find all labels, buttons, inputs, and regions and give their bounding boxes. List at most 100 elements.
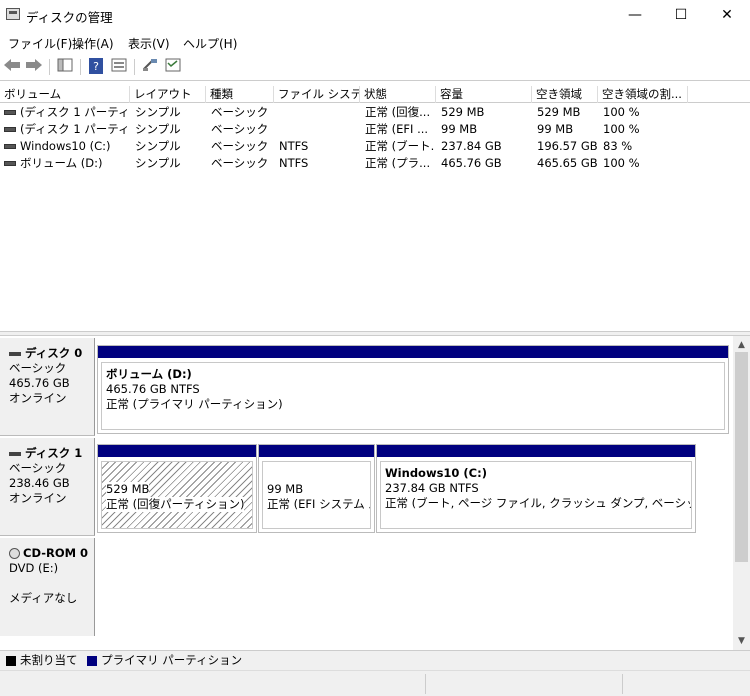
disk-list-icon[interactable] <box>163 58 183 76</box>
status-bar <box>0 670 750 696</box>
drive-letter: DVD (E:) <box>9 561 59 575</box>
status-bar-divider <box>425 674 426 694</box>
type-cell: ベーシック <box>211 139 269 153</box>
properties-icon[interactable] <box>109 58 129 76</box>
close-button[interactable]: ✕ <box>704 0 750 31</box>
help-icon[interactable]: ? <box>86 58 106 76</box>
column-header-status[interactable]: 状態 <box>360 86 436 103</box>
back-arrow-icon[interactable] <box>2 58 22 76</box>
type-cell: ベーシック <box>211 105 269 119</box>
free-percent-cell: 83 % <box>603 139 633 153</box>
console-tree-icon[interactable] <box>55 58 75 76</box>
partition-status: 正常 (プライマリ パーティション) <box>106 397 283 411</box>
table-row[interactable]: Windows10 (C:) シンプル ベーシック NTFS 正常 (ブート..… <box>0 138 750 155</box>
menu-help[interactable]: ヘルプ(H) <box>183 35 237 52</box>
column-header-volume[interactable]: ボリューム <box>0 86 130 103</box>
partition-body: ボリューム (D:) 465.76 GB NTFS 正常 (プライマリ パーティ… <box>101 362 725 430</box>
primary-partition-bar <box>98 445 256 457</box>
disk-icon <box>9 451 21 456</box>
free-cell: 529 MB <box>537 105 581 119</box>
disk-management-app-icon <box>6 8 20 20</box>
status-cell: 正常 (回復... <box>365 105 431 119</box>
forward-arrow-icon[interactable] <box>24 58 44 76</box>
capacity-cell: 99 MB <box>441 122 478 136</box>
cd-rom-icon <box>9 548 20 559</box>
free-percent-cell: 100 % <box>603 122 640 136</box>
column-header-filesystem[interactable]: ファイル システム <box>274 86 360 103</box>
connect-icon[interactable] <box>140 58 160 76</box>
volume-name-cell: Windows10 (C:) <box>4 138 128 155</box>
layout-cell: シンプル <box>135 105 181 119</box>
disk-name: ディスク 0 <box>25 346 83 360</box>
column-header-capacity[interactable]: 容量 <box>436 86 532 103</box>
column-header-free[interactable]: 空き領域 <box>532 86 598 103</box>
maximize-button[interactable]: ☐ <box>658 0 704 31</box>
layout-cell: シンプル <box>135 122 181 136</box>
primary-partition-swatch <box>87 655 98 666</box>
partition-size: 465.76 GB NTFS <box>106 382 200 396</box>
volume-icon <box>4 161 16 166</box>
filesystem-cell: NTFS <box>279 139 309 153</box>
menu-action[interactable]: 操作(A) <box>72 35 114 52</box>
column-header-type[interactable]: 種類 <box>206 86 274 103</box>
toolbar-separator <box>134 59 135 75</box>
layout-cell: シンプル <box>135 156 181 170</box>
table-row[interactable]: (ディスク 1 パーティシ... シンプル ベーシック 正常 (EFI ... … <box>0 121 750 138</box>
legend-primary: プライマリ パーティション <box>101 653 243 667</box>
partition-windows10-c[interactable]: Windows10 (C:) 237.84 GB NTFS 正常 (ブート, ペ… <box>376 444 696 533</box>
primary-partition-bar <box>377 445 695 457</box>
partition-title: Windows10 (C:) <box>385 466 487 480</box>
filesystem-cell: NTFS <box>279 156 309 170</box>
primary-partition-bar <box>98 346 728 358</box>
status-bar-divider <box>622 674 623 694</box>
partition-recovery[interactable]: 529 MB 正常 (回復パーティション) <box>97 444 257 533</box>
disk-size: 465.76 GB <box>9 376 70 390</box>
volume-name-cell: ボリューム (D:) <box>4 155 128 172</box>
volume-name-cell: (ディスク 1 パーティシ... <box>4 104 128 121</box>
status-cell: 正常 (EFI ... <box>365 122 429 136</box>
disk-state: オンライン <box>9 491 67 505</box>
disk-type: ベーシック <box>9 361 67 375</box>
scroll-up-arrow-icon[interactable]: ▲ <box>733 338 750 352</box>
partition-body-selected: 529 MB 正常 (回復パーティション) <box>101 461 253 529</box>
menu-file[interactable]: ファイル(F) <box>8 35 72 52</box>
column-header-layout[interactable]: レイアウト <box>130 86 206 103</box>
volume-icon <box>4 110 16 115</box>
partition-size: 529 MB <box>106 482 150 497</box>
partition-status: 正常 (回復パーティション) <box>106 497 245 512</box>
partition-body: 99 MB 正常 (EFI システム パ- <box>262 461 371 529</box>
menu-view[interactable]: 表示(V) <box>128 35 170 52</box>
volume-icon <box>4 127 16 132</box>
cdrom-0-label[interactable]: CD-ROM 0 DVD (E:) メディアなし <box>0 538 95 636</box>
partition-size: 99 MB <box>267 482 304 496</box>
unallocated-swatch <box>6 655 16 666</box>
legend: 未割り当て プライマリ パーティション <box>0 650 750 670</box>
free-cell: 196.57 GB <box>537 139 598 153</box>
toolbar-separator <box>49 59 50 75</box>
volume-name-cell: (ディスク 1 パーティシ... <box>4 121 128 138</box>
disk-name: ディスク 1 <box>25 446 83 460</box>
partition-efi[interactable]: 99 MB 正常 (EFI システム パ- <box>258 444 375 533</box>
capacity-cell: 237.84 GB <box>441 139 502 153</box>
table-row[interactable]: ボリューム (D:) シンプル ベーシック NTFS 正常 (プラ... 465… <box>0 155 750 172</box>
table-row[interactable]: (ディスク 1 パーティシ... シンプル ベーシック 正常 (回復... 52… <box>0 104 750 121</box>
partition-body: Windows10 (C:) 237.84 GB NTFS 正常 (ブート, ペ… <box>380 461 692 529</box>
disk-state: オンライン <box>9 391 67 405</box>
disk-type: ベーシック <box>9 461 67 475</box>
free-cell: 99 MB <box>537 122 574 136</box>
scrollbar-thumb[interactable] <box>735 352 748 562</box>
type-cell: ベーシック <box>211 156 269 170</box>
scroll-down-arrow-icon[interactable]: ▼ <box>733 634 750 648</box>
toolbar-separator <box>80 59 81 75</box>
disk-0-label[interactable]: ディスク 0 ベーシック 465.76 GB オンライン <box>0 338 95 436</box>
minimize-button[interactable]: — <box>612 0 658 31</box>
disk-icon <box>9 351 21 356</box>
partition-size: 237.84 GB NTFS <box>385 481 479 495</box>
primary-partition-bar <box>259 445 374 457</box>
partition-volume-d[interactable]: ボリューム (D:) 465.76 GB NTFS 正常 (プライマリ パーティ… <box>97 345 729 434</box>
disk-name: CD-ROM 0 <box>23 546 89 560</box>
svg-text:?: ? <box>93 60 99 73</box>
partition-status: 正常 (EFI システム パ- <box>267 497 370 511</box>
disk-1-label[interactable]: ディスク 1 ベーシック 238.46 GB オンライン <box>0 438 95 536</box>
column-header-free-percent[interactable]: 空き領域の割... <box>598 86 688 103</box>
